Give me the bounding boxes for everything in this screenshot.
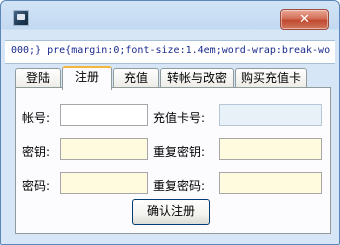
tab-transfer-change-password[interactable]: 转帐与改密 — [160, 68, 234, 88]
card-number-input[interactable] — [219, 104, 322, 126]
password-label: 密码: — [22, 179, 51, 193]
close-icon: ✕ — [299, 12, 310, 27]
account-input[interactable] — [60, 104, 148, 126]
app-icon — [13, 10, 29, 26]
key-label: 密钥: — [22, 145, 51, 159]
app-window: ✕ 000;} pre{margin:0;font-size:1.4em;wor… — [0, 0, 340, 245]
repeat-key-input[interactable] — [219, 138, 322, 160]
account-label: 帐号: — [22, 111, 51, 125]
tab-recharge[interactable]: 充值 — [113, 68, 159, 88]
repeat-password-label: 重复密码: — [153, 179, 206, 193]
tab-buy-card[interactable]: 购买充值卡 — [235, 68, 307, 88]
tab-register[interactable]: 注册 — [62, 66, 112, 90]
address-bar[interactable]: 000;} pre{margin:0;font-size:1.4em;word-… — [5, 40, 335, 64]
key-input[interactable] — [60, 138, 148, 160]
repeat-key-label: 重复密钥: — [153, 145, 206, 159]
card-number-label: 充值卡号: — [153, 111, 206, 125]
close-button[interactable]: ✕ — [280, 9, 329, 30]
title-bar[interactable]: ✕ — [1, 1, 339, 34]
password-input[interactable] — [60, 172, 148, 194]
confirm-register-button[interactable]: 确认注册 — [132, 199, 210, 225]
repeat-password-input[interactable] — [219, 172, 322, 194]
tab-login[interactable]: 登陆 — [15, 68, 61, 88]
address-bar-text: 000;} pre{margin:0;font-size:1.4em;word-… — [11, 45, 331, 56]
